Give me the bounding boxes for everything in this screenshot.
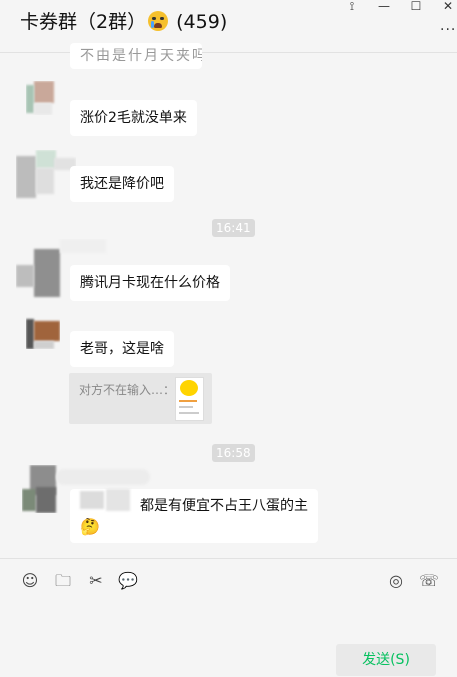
message-text: 老哥，这是啥 [80, 341, 164, 357]
call-icon[interactable]: ☏ [419, 571, 439, 591]
message-text: 都是有便宜不占王八蛋的主 [140, 498, 308, 514]
message-text: 我还是降价吧 [80, 176, 164, 192]
chat-title: 卡券群（2群） (459) [20, 10, 227, 34]
message-area[interactable]: 不由是什月天夹吗 涨价2毛就没单来 我还是降价吧 16:41 腾讯月卡现在什么价… [0, 43, 457, 558]
chat-history-icon[interactable]: 💬 [118, 571, 138, 591]
thinking-emoji-icon: 🤔 [80, 517, 100, 536]
maximize-icon[interactable]: ☐ [410, 0, 422, 12]
emoji-icon[interactable]: ☺ [20, 571, 40, 591]
crying-emoji-icon [148, 11, 169, 31]
timestamp: 16:58 [212, 444, 255, 462]
timestamp: 16:41 [212, 219, 255, 237]
quoted-message[interactable]: 对方不在输入…： [69, 373, 212, 424]
pin-icon[interactable]: ⟟ [346, 0, 358, 12]
message-bubble[interactable]: 涨价2毛就没单来 [70, 100, 197, 136]
avatar[interactable] [26, 81, 60, 115]
more-options-icon[interactable]: ··· [440, 22, 456, 38]
live-icon[interactable]: ◎ [386, 571, 406, 591]
folder-icon[interactable]: 🗀 [53, 571, 73, 591]
message-bubble[interactable]: 腾讯月卡现在什么价格 [70, 265, 230, 301]
title-bar: 卡券群（2群） (459) ⟟ — ☐ ✕ ··· [0, 0, 457, 53]
send-button[interactable]: 发送(S) [336, 644, 436, 676]
thumbnail-image [180, 380, 198, 396]
input-area[interactable]: ☺ 🗀 ✂ 💬 ◎ ☏ 发送(S) [0, 558, 457, 677]
message-bubble[interactable]: 我还是降价吧 [70, 166, 174, 202]
group-name: 卡券群（2群） [20, 11, 147, 33]
quote-thumbnail[interactable] [175, 377, 204, 421]
minimize-icon[interactable]: — [378, 0, 390, 12]
member-count: (459) [176, 11, 228, 33]
scissors-icon[interactable]: ✂ [86, 571, 106, 591]
message-bubble[interactable]: 老哥，这是啥 [70, 331, 174, 367]
message-text: 涨价2毛就没单来 [80, 110, 187, 126]
message-bubble[interactable]: 都是有便宜不占王八蛋的主 🤔 [70, 489, 318, 543]
message-bubble-partial: 不由是什月天夹吗 [70, 43, 202, 69]
avatar[interactable] [26, 315, 60, 349]
avatar[interactable] [16, 150, 76, 200]
close-icon[interactable]: ✕ [442, 0, 454, 12]
message-text: 腾讯月卡现在什么价格 [80, 275, 220, 291]
quote-text: 对方不在输入…： [79, 383, 176, 397]
message-text-partial: 不由是什月天夹吗 [80, 48, 202, 64]
